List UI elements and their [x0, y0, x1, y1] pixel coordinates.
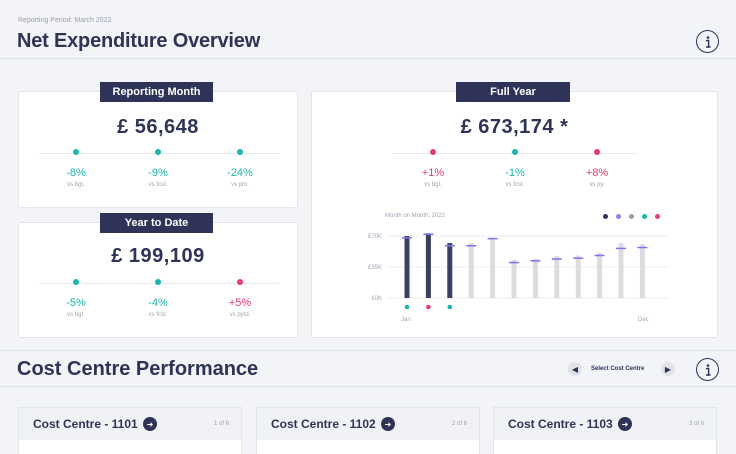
cost-centre-name: Cost Centre - 1103 [508, 417, 613, 431]
kpi-comparison-label: vs pm. [231, 182, 249, 188]
kpi-status-dot [430, 149, 436, 155]
kpi-comparison-label: vs fcst. [148, 312, 168, 318]
legend-dot [616, 214, 621, 219]
forecast-bar [511, 259, 517, 298]
kpi-status-dot [73, 149, 79, 155]
forecast-bar [597, 252, 603, 298]
kpi-comparison-label: vs bgt. [424, 182, 442, 188]
cost-centre-count: 1 of 6 [213, 421, 229, 427]
kpi-value: -24% [227, 167, 253, 179]
cost-centre-card[interactable]: Cost Centre - 1103 ➜ 3 of 6 [493, 407, 717, 454]
kpi-comparison-label: vs py. [589, 182, 605, 188]
kpi-status-dot [237, 149, 243, 155]
y-tick-label: £70K [368, 234, 382, 240]
kpi-status-dot [155, 279, 161, 285]
cost-centre-name: Cost Centre - 1101 [33, 417, 138, 431]
prev-cost-centre-button[interactable]: ◀ [568, 362, 582, 376]
info-button[interactable] [696, 30, 719, 53]
full-year-card: £ 673,174 * Month on Month, 2022 £70K £35… [311, 91, 718, 338]
section-title: Cost Centre Performance [17, 358, 259, 380]
x-start-label: Jan [401, 317, 411, 323]
cost-centre-count: 2 of 6 [451, 421, 467, 427]
month-status-dot [404, 304, 410, 310]
kpi-comparison-label: vs fcst. [148, 182, 168, 188]
actual-bar [447, 243, 453, 298]
divider [0, 350, 736, 351]
forecast-bar [575, 255, 581, 298]
kpi-status-dot [237, 279, 243, 285]
kpi-value: -4% [148, 297, 168, 309]
forecast-bar [532, 259, 538, 298]
forecast-bar [639, 243, 645, 298]
year-to-date-label: Year to Date [100, 213, 213, 233]
open-cost-centre-button[interactable]: ➜ [381, 417, 395, 431]
forecast-bar [490, 237, 496, 298]
legend-dot [655, 214, 660, 219]
y-tick-label: £35K [368, 265, 382, 271]
kpi-comparison-label: vs bgt. [67, 312, 85, 318]
kpi-value: -9% [148, 167, 168, 179]
cost-centre-card[interactable]: Cost Centre - 1102 ➜ 2 of 6 [256, 407, 480, 454]
kpi-status-dot [594, 149, 600, 155]
full-year-label: Full Year [456, 82, 570, 102]
year-to-date-card: £ 199,109 -5% vs bgt. -4% vs fcst. +5% vs pyt… [18, 222, 298, 338]
kpi-comparison-label: vs pytd. [229, 312, 251, 318]
cost-centre-card-header: Cost Centre - 1101 ➜ 1 of 6 [19, 408, 241, 440]
cost-centre-card[interactable]: Cost Centre - 1101 ➜ 1 of 6 [18, 407, 242, 454]
actual-bar [404, 236, 410, 298]
year-to-date-value: £ 199,109 [111, 245, 205, 267]
kpi-comparison-label: vs fcst. [505, 182, 525, 188]
kpi-status-dot [155, 149, 161, 155]
forecast-bar [468, 243, 474, 298]
arrow-right-icon: ➜ [384, 419, 392, 429]
info-icon [705, 35, 710, 48]
x-end-label: Dec [638, 317, 649, 323]
kpi-value: -8% [66, 167, 86, 179]
open-cost-centre-button[interactable]: ➜ [143, 417, 157, 431]
legend-dot [642, 214, 647, 219]
kpi-value: +8% [585, 167, 609, 179]
divider [0, 386, 736, 387]
reporting-period: Reporting Period: March 2022 [18, 17, 112, 24]
kpi-status-dot [512, 149, 518, 155]
chart-title: Month on Month, 2022 [385, 213, 446, 219]
reporting-month-value: £ 56,648 [117, 116, 199, 138]
arrow-right-icon: ➜ [621, 419, 629, 429]
kpi-value: -1% [505, 167, 525, 179]
month-status-dot [447, 304, 453, 310]
kpi-value: -5% [66, 297, 86, 309]
forecast-bar [618, 243, 624, 298]
divider [0, 58, 736, 59]
reporting-month-card: £ 56,648 -8% vs bgt. -9% vs fcst. -24% vs pm. [18, 91, 298, 208]
select-cost-centre-label: Select Cost Centre [591, 366, 645, 372]
actual-bar [425, 233, 431, 298]
page-title: Net Expenditure Overview [17, 30, 261, 52]
kpi-value: +1% [421, 167, 445, 179]
kpi-status-dot [73, 279, 79, 285]
cost-centre-card-header: Cost Centre - 1102 ➜ 2 of 6 [257, 408, 479, 440]
cost-centre-card-header: Cost Centre - 1103 ➜ 3 of 6 [494, 408, 716, 440]
legend-dot [603, 214, 608, 219]
cost-centre-count: 3 of 6 [688, 421, 704, 427]
month-status-dot [426, 304, 431, 310]
full-year-value: £ 673,174 * [460, 116, 569, 138]
arrow-right-icon: ➜ [146, 419, 154, 429]
y-tick-label: £0K [371, 296, 382, 302]
kpi-comparison-label: vs bgt. [67, 182, 85, 188]
legend-dot [629, 214, 634, 219]
open-cost-centre-button[interactable]: ➜ [618, 417, 632, 431]
kpi-value: +5% [228, 297, 252, 309]
info-icon [705, 363, 710, 376]
next-cost-centre-button[interactable]: ▶ [661, 362, 675, 376]
chevron-right-icon: ▶ [664, 364, 672, 374]
forecast-bar [554, 256, 560, 298]
reporting-month-label: Reporting Month [100, 82, 213, 102]
chevron-left-icon: ◀ [571, 364, 579, 374]
cost-centre-name: Cost Centre - 1102 [271, 417, 376, 431]
info-button[interactable] [696, 358, 719, 381]
